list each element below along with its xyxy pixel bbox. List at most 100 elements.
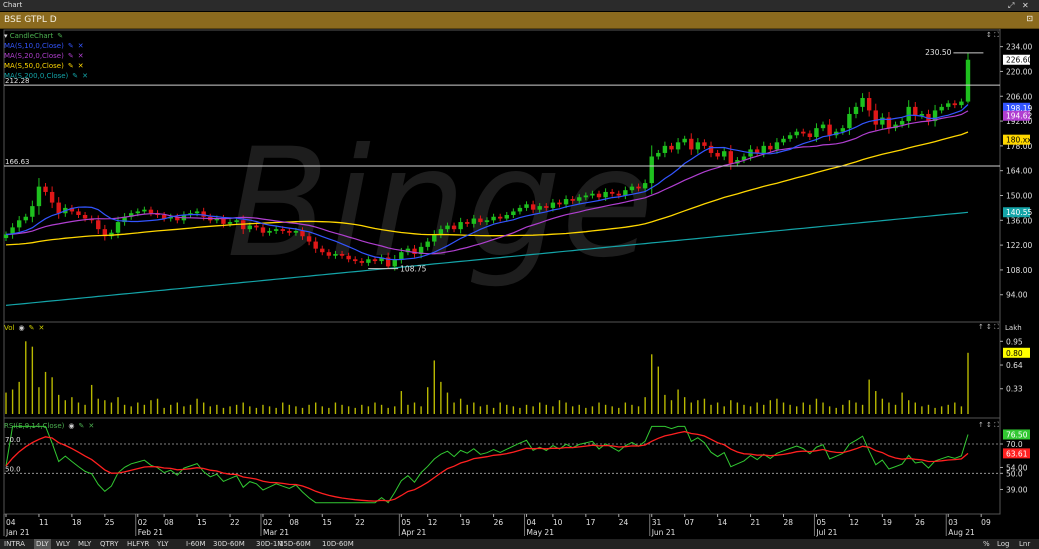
- close-icon[interactable]: ✕: [1022, 0, 1029, 11]
- candle-body: [135, 211, 140, 214]
- candle-body: [49, 191, 55, 203]
- timeframe-tab-hlfyr[interactable]: HLFYR: [127, 539, 149, 549]
- candle-body: [722, 151, 727, 157]
- candle-body: [326, 252, 332, 256]
- pin-icon[interactable]: ⤢: [1008, 0, 1014, 11]
- timeframe-tab-30d-60m[interactable]: 30D-60M: [213, 539, 245, 549]
- pencil-icon[interactable]: ✎: [68, 62, 74, 70]
- x-month-label: May 21: [527, 528, 555, 537]
- pane-maximize-icon[interactable]: ⛶: [994, 323, 999, 332]
- timeframe-tab-wly[interactable]: WLY: [56, 539, 70, 549]
- candle-body: [194, 211, 200, 214]
- timeframe-tab-yly[interactable]: YLY: [157, 539, 169, 549]
- timeframe-tab-qtry[interactable]: QTRY: [100, 539, 118, 549]
- x-tick-label: 14: [718, 518, 728, 527]
- scale-option-log[interactable]: Log: [997, 539, 1010, 549]
- candle-body: [774, 142, 780, 150]
- candle-body: [662, 145, 668, 153]
- candle-body: [313, 241, 318, 249]
- candle-body: [603, 191, 608, 198]
- legend-candle[interactable]: ▾ CandleChart ✎: [4, 31, 88, 41]
- candle-body: [339, 253, 345, 256]
- candle-body: [577, 197, 582, 201]
- candle-body: [30, 206, 35, 217]
- legend-ma50[interactable]: MA(S,50,0,Close) ✎ ✕: [4, 61, 88, 71]
- pencil-icon[interactable]: ✎: [57, 32, 63, 40]
- candle-body: [768, 145, 773, 150]
- pane-up-icon[interactable]: ↕: [986, 31, 992, 39]
- timeframe-bar: INTRA DLY WLY MLY QTRY HLFYR YLY I-60M 30D-60M 30…: [0, 539, 1039, 549]
- scale-option-lnr[interactable]: Lnr: [1019, 539, 1030, 549]
- pencil-icon[interactable]: ✎: [78, 422, 84, 430]
- close-icon[interactable]: ✕: [78, 52, 84, 60]
- eye-icon[interactable]: ◉: [68, 422, 74, 430]
- close-icon[interactable]: ✕: [38, 324, 44, 332]
- pane-maximize-icon[interactable]: ⛶: [994, 421, 999, 430]
- legend-ma200[interactable]: MA(S,200,0,Close) ✎ ✕: [4, 71, 88, 81]
- pane-down-icon[interactable]: ↕: [986, 421, 992, 429]
- price-tick-label: 206.00: [1006, 92, 1032, 101]
- x-tick-label: 10: [553, 518, 563, 527]
- x-month-label: Jan 21: [5, 528, 30, 537]
- pane-down-icon[interactable]: ↕: [986, 323, 992, 331]
- legend-ma10[interactable]: MA(S,10,0,Close) ✎ ✕: [4, 41, 88, 51]
- candle-body: [511, 211, 516, 215]
- x-tick-label: 04: [527, 518, 537, 527]
- symbol-title: BSE GTPL D: [4, 15, 57, 25]
- candle-body: [254, 225, 259, 228]
- candle-body: [899, 121, 905, 125]
- candle-body: [906, 106, 911, 122]
- rsi-legend[interactable]: RSI(E,9,14,Close) ◉ ✎ ✕: [4, 421, 94, 431]
- x-tick-label: 03: [948, 518, 958, 527]
- candle-body: [702, 142, 707, 146]
- x-tick-label: 04: [6, 518, 16, 527]
- pane-up-icon[interactable]: ↑: [978, 421, 984, 429]
- pencil-icon[interactable]: ✎: [68, 52, 74, 60]
- timeframe-tab-i-60m[interactable]: I-60M: [186, 539, 206, 549]
- pane-up-icon[interactable]: ↑: [978, 323, 984, 331]
- x-tick-label: 26: [494, 518, 504, 527]
- x-tick-label: 12: [849, 518, 859, 527]
- x-month-label: Jun 21: [651, 528, 676, 537]
- axis-badge-label: 140.55: [1006, 208, 1032, 217]
- chart-canvas[interactable]: Binge 212.28166.63230.50108.75 70.050.0 …: [0, 0, 1039, 549]
- pencil-icon[interactable]: ✎: [29, 324, 35, 332]
- pane-maximize-icon[interactable]: ⛶: [994, 31, 999, 40]
- timeframe-tab-10d-60m[interactable]: 10D-60M: [322, 539, 354, 549]
- candle-body: [669, 145, 674, 150]
- candle-body: [695, 142, 701, 150]
- candle-body: [359, 261, 365, 263]
- candle-body: [115, 222, 121, 233]
- timeframe-tab-15d-60m[interactable]: 15D-60M: [279, 539, 311, 549]
- candle-body: [273, 229, 279, 231]
- candle-body: [43, 186, 48, 192]
- pencil-icon[interactable]: ✎: [72, 72, 78, 80]
- vol-unit-label: Lakh: [1005, 324, 1022, 332]
- candle-body: [16, 220, 22, 228]
- lock-icon[interactable]: ⊡: [1026, 14, 1033, 23]
- candle-body: [787, 135, 793, 139]
- candle-body: [82, 214, 88, 219]
- legend-ma20[interactable]: MA(S,20,0,Close) ✎ ✕: [4, 51, 88, 61]
- close-icon[interactable]: ✕: [78, 42, 84, 50]
- candle-body: [952, 103, 958, 106]
- candle-body: [715, 152, 720, 157]
- candle-body: [557, 202, 562, 205]
- vol-legend[interactable]: Vol ◉ ✎ ✕: [4, 323, 44, 333]
- candle-body: [320, 248, 325, 253]
- close-icon[interactable]: ✕: [88, 422, 94, 430]
- close-icon[interactable]: ✕: [82, 72, 88, 80]
- candle-body: [649, 156, 654, 184]
- timeframe-tab-dly[interactable]: DLY: [34, 539, 51, 549]
- candle-body: [267, 230, 272, 233]
- x-tick-label: 08: [289, 518, 299, 527]
- eye-icon[interactable]: ◉: [18, 324, 24, 332]
- candle-body: [636, 186, 641, 189]
- candle-body: [814, 128, 819, 138]
- timeframe-tab-mly[interactable]: MLY: [78, 539, 91, 549]
- x-tick-label: 31: [652, 518, 662, 527]
- scale-option-percent[interactable]: %: [983, 539, 990, 549]
- close-icon[interactable]: ✕: [78, 62, 84, 70]
- pencil-icon[interactable]: ✎: [68, 42, 74, 50]
- timeframe-tab-intra[interactable]: INTRA: [4, 539, 25, 549]
